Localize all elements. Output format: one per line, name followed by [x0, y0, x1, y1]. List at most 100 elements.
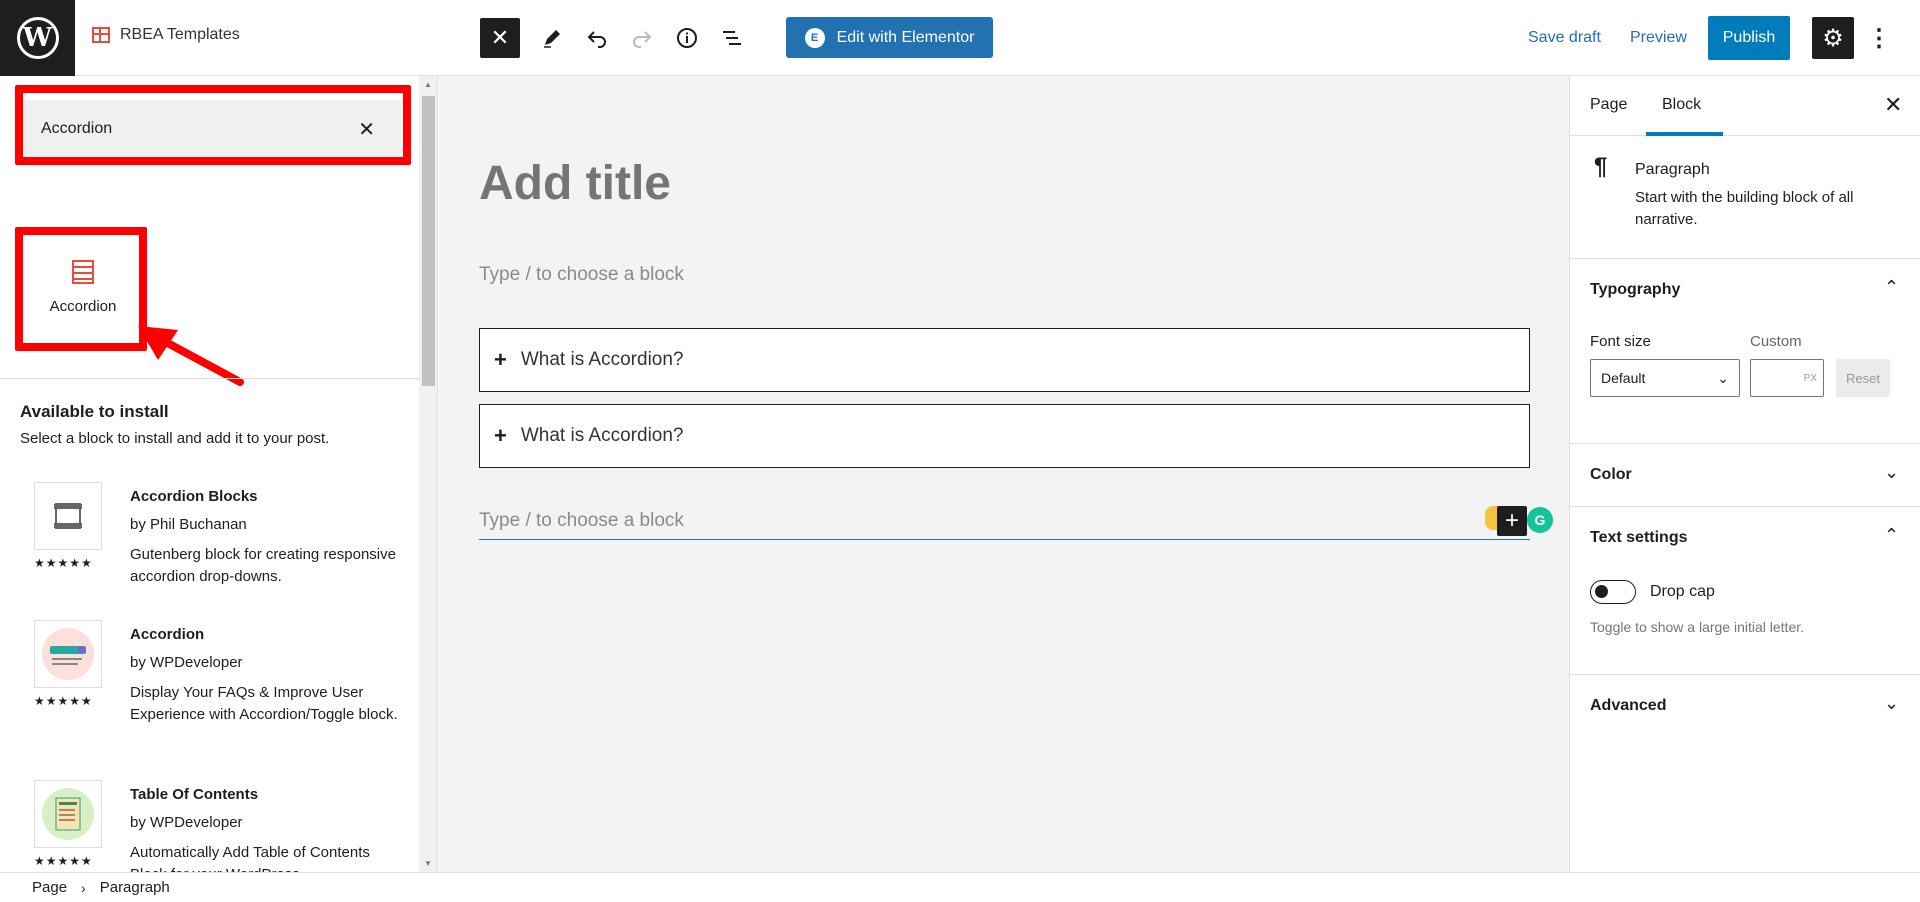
font-size-value: Default [1601, 370, 1646, 386]
wordpress-logo-button[interactable]: W [0, 0, 75, 76]
add-block-button[interactable]: + [1497, 506, 1527, 536]
active-tab-indicator [1646, 132, 1723, 136]
text-settings-panel: Text settings ⌃ Drop cap Toggle to show … [1570, 507, 1920, 675]
custom-size-label: Custom [1750, 333, 1802, 350]
redo-icon [633, 31, 652, 48]
reset-button[interactable]: Reset [1836, 359, 1890, 397]
chevron-down-icon[interactable]: ⌄ [1884, 462, 1899, 483]
scroll-down-icon[interactable]: ▼ [424, 859, 432, 868]
plugin-name: Accordion Blocks [130, 488, 258, 505]
rating-stars: ★★★★★ [34, 556, 93, 570]
accordion-item-title: What is Accordion? [520, 349, 684, 370]
block-card: ¶ Paragraph Start with the building bloc… [1570, 137, 1920, 259]
rating-stars: ★★★★★ [34, 854, 93, 868]
rating-stars: ★★★★★ [34, 694, 93, 708]
paragraph-icon: ¶ [1594, 153, 1608, 180]
drop-cap-toggle[interactable] [1590, 580, 1636, 604]
unit-label: PX [1803, 372, 1817, 384]
chevron-right-icon: › [81, 879, 86, 896]
scroll-up-icon[interactable]: ▲ [424, 80, 432, 89]
plugin-description: Display Your FAQs & Improve User Experie… [130, 684, 398, 723]
editor-header: W RBEA Templates ✕ E Edit with Elementor… [0, 0, 1920, 76]
plugin-description: Automatically Add Table of Contents Bloc… [130, 844, 370, 872]
typography-panel-toggle[interactable]: Typography [1590, 281, 1680, 299]
publish-button[interactable]: Publish [1708, 16, 1790, 60]
paragraph-block-placeholder[interactable]: Type / to choose a block [479, 264, 684, 286]
red-arrow-annotation [138, 326, 244, 386]
install-section-title: Available to install [20, 402, 169, 421]
table-icon [92, 27, 110, 43]
settings-button[interactable]: ⚙ [1812, 17, 1854, 59]
redo-button[interactable] [622, 18, 662, 58]
undo-icon [587, 31, 606, 48]
typography-panel: Typography ⌃ Font size Custom Default ⌄ … [1570, 259, 1920, 444]
elementor-icon: E [804, 27, 825, 48]
scrollbar-thumb[interactable] [422, 96, 435, 386]
grammarly-icon[interactable]: G [1527, 507, 1553, 533]
drop-cap-label: Drop cap [1650, 583, 1715, 600]
color-panel: Color ⌄ [1570, 444, 1920, 507]
block-description: Start with the building block of all nar… [1635, 189, 1854, 228]
details-button[interactable] [667, 18, 707, 58]
list-view-icon [723, 31, 741, 45]
more-vertical-icon: ⋮ [1867, 24, 1891, 52]
list-view-button[interactable] [712, 18, 752, 58]
plus-icon: + [494, 347, 507, 372]
undo-button[interactable] [577, 18, 617, 58]
gear-icon: ⚙ [1822, 24, 1844, 52]
plugin-name: Accordion [130, 626, 205, 643]
tools-button[interactable] [532, 18, 572, 58]
table-of-contents-thumbnail-icon [34, 780, 102, 848]
chevron-up-icon[interactable]: ⌃ [1884, 525, 1899, 546]
close-inserter-button[interactable]: ✕ [480, 18, 520, 58]
accordion-item[interactable]: + What is Accordion? [479, 404, 1530, 468]
elementor-label: Edit with Elementor [836, 28, 975, 46]
info-icon [677, 28, 697, 48]
font-size-select[interactable]: Default ⌄ [1590, 359, 1740, 397]
custom-size-input[interactable]: PX [1750, 359, 1824, 397]
tab-block[interactable]: Block [1662, 96, 1701, 114]
text-settings-panel-toggle[interactable]: Text settings [1590, 529, 1688, 547]
close-icon: ✕ [490, 25, 510, 50]
chevron-down-icon: ⌄ [1717, 369, 1729, 386]
chevron-up-icon[interactable]: ⌃ [1884, 277, 1899, 298]
plugin-author: by Phil Buchanan [130, 516, 247, 533]
save-draft-button[interactable]: Save draft [1528, 29, 1601, 47]
site-name: RBEA Templates [120, 26, 240, 43]
plugin-description: Gutenberg block for creating responsive … [130, 546, 396, 585]
block-breadcrumb: Page › Paragraph [0, 872, 1920, 902]
highlight-box-search [15, 85, 411, 165]
plus-icon: + [1504, 507, 1519, 534]
preview-button[interactable]: Preview [1630, 29, 1687, 47]
block-inserter-panel: Accordion ✕ Accordion Available to insta… [0, 76, 438, 872]
breadcrumb-paragraph[interactable]: Paragraph [100, 879, 170, 896]
accordion-plugin-thumbnail-icon [34, 620, 102, 688]
paragraph-block-placeholder-selected[interactable]: Type / to choose a block [479, 510, 1530, 540]
advanced-panel: Advanced ⌄ [1570, 675, 1920, 738]
inserter-scrollbar[interactable]: ▲ ▼ [419, 76, 437, 872]
accordion-item-title: What is Accordion? [520, 425, 684, 446]
options-button[interactable]: ⋮ [1864, 20, 1894, 56]
edit-with-elementor-button[interactable]: E Edit with Elementor [786, 17, 993, 58]
post-title-field[interactable]: Add title [479, 156, 671, 211]
breadcrumb-page[interactable]: Page [32, 879, 67, 896]
pencil-icon [544, 30, 560, 48]
close-sidebar-button[interactable]: ✕ [1884, 92, 1902, 118]
tab-page[interactable]: Page [1590, 96, 1627, 114]
highlight-box-block [15, 227, 147, 351]
close-icon: ✕ [1884, 92, 1903, 117]
plugin-author: by WPDeveloper [130, 654, 243, 671]
accordion-item[interactable]: + What is Accordion? [479, 328, 1530, 392]
divider [0, 378, 420, 379]
block-name: Paragraph [1635, 161, 1710, 178]
color-panel-toggle[interactable]: Color [1590, 466, 1632, 484]
plugin-name: Table Of Contents [130, 786, 259, 803]
install-section-description: Select a block to install and add it to … [20, 430, 330, 447]
editor-canvas: Add title Type / to choose a block + Wha… [439, 76, 1569, 872]
sidebar-tabs: Page Block ✕ [1570, 76, 1920, 136]
plus-icon: + [494, 423, 507, 448]
site-link[interactable]: RBEA Templates [92, 26, 240, 44]
advanced-panel-toggle[interactable]: Advanced [1590, 697, 1666, 715]
chevron-down-icon[interactable]: ⌄ [1884, 693, 1899, 714]
settings-sidebar: Page Block ✕ ¶ Paragraph Start with the … [1569, 76, 1920, 872]
